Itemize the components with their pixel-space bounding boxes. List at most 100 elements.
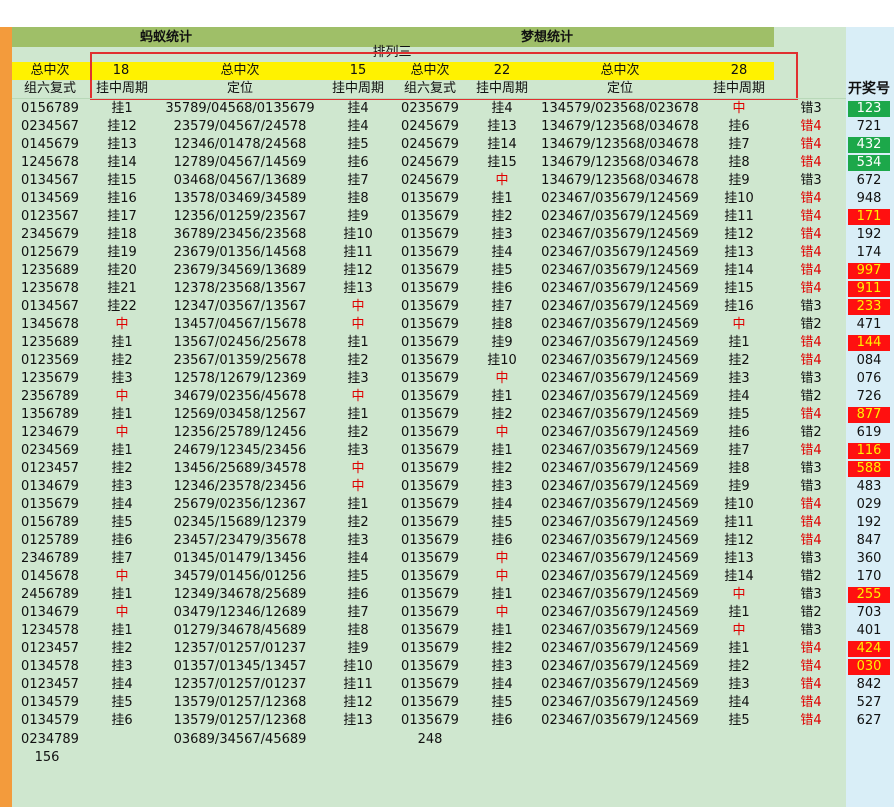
position-combo-a: 12347/03567/13567 xyxy=(173,299,307,314)
header-divider xyxy=(12,98,846,99)
position-combo-b: 134679/123568/034678 xyxy=(541,137,699,152)
hit-cycle-c: 中 xyxy=(495,371,509,386)
group6-combo-a: 1234679 xyxy=(21,425,79,440)
hit-cycle-b: 挂4 xyxy=(347,119,369,134)
hit-cycle-b: 挂1 xyxy=(347,335,369,350)
hit-cycle-a: 挂6 xyxy=(111,713,133,728)
prize-number: 997 xyxy=(848,263,890,279)
hit-cycle-c: 挂14 xyxy=(487,137,517,152)
prize-number: 116 xyxy=(848,443,890,459)
miss-count: 错4 xyxy=(800,695,822,710)
prize-number: 360 xyxy=(856,551,882,566)
highlight-frame xyxy=(90,52,798,100)
group6-combo-a: 0123457 xyxy=(21,677,79,692)
hit-cycle-d: 挂9 xyxy=(728,173,750,188)
position-combo-b: 023467/035679/124569 xyxy=(541,191,699,206)
hit-cycle-a: 挂16 xyxy=(107,191,137,206)
prize-number: 401 xyxy=(856,623,882,638)
hit-cycle-d: 挂16 xyxy=(724,299,754,314)
group6-combo-a: 0135679 xyxy=(21,497,79,512)
hit-cycle-d: 挂13 xyxy=(724,245,754,260)
hit-cycle-b: 挂1 xyxy=(347,497,369,512)
hit-cycle-d: 挂6 xyxy=(728,425,750,440)
hit-cycle-c: 挂1 xyxy=(491,191,513,206)
prize-number: 192 xyxy=(856,227,882,242)
tail-group6-b: 248 xyxy=(417,732,443,747)
hit-cycle-b: 中 xyxy=(351,479,365,494)
hit-cycle-a: 挂3 xyxy=(111,371,133,386)
hit-cycle-b: 挂11 xyxy=(343,245,373,260)
position-combo-b: 023467/035679/124569 xyxy=(541,353,699,368)
prize-number: 726 xyxy=(856,389,882,404)
h3-total-1: 总中次 xyxy=(30,63,70,78)
position-combo-b: 023467/035679/124569 xyxy=(541,587,699,602)
position-combo-a: 13579/01257/12368 xyxy=(173,713,307,728)
hit-cycle-b: 挂5 xyxy=(347,569,369,584)
prize-number: 030 xyxy=(848,659,890,675)
position-combo-b: 023467/035679/124569 xyxy=(541,227,699,242)
hit-cycle-a: 挂22 xyxy=(107,299,137,314)
group6-combo-a: 2346789 xyxy=(21,551,79,566)
hit-cycle-b: 挂6 xyxy=(347,587,369,602)
group6-combo-a: 1235678 xyxy=(21,281,79,296)
position-combo-a: 02345/15689/12379 xyxy=(173,515,307,530)
hit-cycle-b: 挂12 xyxy=(343,263,373,278)
position-combo-b: 023467/035679/124569 xyxy=(541,713,699,728)
hit-cycle-d: 挂8 xyxy=(728,155,750,170)
miss-count: 错4 xyxy=(800,677,822,692)
position-combo-a: 13567/02456/25678 xyxy=(173,335,307,350)
group6-combo-b: 0135679 xyxy=(401,371,459,386)
prize-number: 911 xyxy=(848,281,890,297)
hit-cycle-b: 挂3 xyxy=(347,371,369,386)
miss-count: 错4 xyxy=(800,641,822,656)
position-combo-b: 023467/035679/124569 xyxy=(541,605,699,620)
position-combo-b: 023467/035679/124569 xyxy=(541,497,699,512)
group6-combo-b: 0135679 xyxy=(401,713,459,728)
group6-combo-b: 0245679 xyxy=(401,137,459,152)
hit-cycle-a: 挂14 xyxy=(107,155,137,170)
hit-cycle-a: 挂1 xyxy=(111,407,133,422)
hit-cycle-d: 挂13 xyxy=(724,551,754,566)
miss-count: 错3 xyxy=(800,551,822,566)
miss-count: 错3 xyxy=(800,623,822,638)
position-combo-b: 023467/035679/124569 xyxy=(541,695,699,710)
prize-number: 084 xyxy=(856,353,882,368)
hit-cycle-a: 挂2 xyxy=(111,641,133,656)
hit-cycle-b: 挂7 xyxy=(347,605,369,620)
position-combo-b: 023467/035679/124569 xyxy=(541,479,699,494)
group6-combo-b: 0135679 xyxy=(401,551,459,566)
position-combo-b: 023467/035679/124569 xyxy=(541,209,699,224)
group-title-ants: 蚂蚁统计 xyxy=(139,30,192,45)
group6-combo-a: 0134679 xyxy=(21,605,79,620)
prize-number: 076 xyxy=(856,371,882,386)
group6-combo-a: 0123457 xyxy=(21,461,79,476)
position-combo-b: 023467/035679/124569 xyxy=(541,533,699,548)
hit-cycle-a: 挂4 xyxy=(111,497,133,512)
prize-number: 721 xyxy=(856,119,882,134)
tail-group6: 0234789 xyxy=(21,732,79,747)
miss-count: 错4 xyxy=(800,515,822,530)
hit-cycle-c: 挂6 xyxy=(491,533,513,548)
miss-count: 错2 xyxy=(800,425,822,440)
hit-cycle-c: 挂6 xyxy=(491,281,513,296)
hit-cycle-a: 挂3 xyxy=(111,659,133,674)
group6-combo-a: 1245678 xyxy=(21,155,79,170)
group6-combo-a: 0156789 xyxy=(21,515,79,530)
hit-cycle-b: 挂6 xyxy=(347,155,369,170)
miss-count: 错4 xyxy=(800,443,822,458)
position-combo-b: 023467/035679/124569 xyxy=(541,461,699,476)
group6-combo-b: 0135679 xyxy=(401,677,459,692)
hit-cycle-b: 挂10 xyxy=(343,227,373,242)
group6-combo-a: 0134579 xyxy=(21,713,79,728)
hit-cycle-c: 挂5 xyxy=(491,263,513,278)
position-combo-b: 023467/035679/124569 xyxy=(541,407,699,422)
hit-cycle-c: 挂4 xyxy=(491,677,513,692)
prize-number: 192 xyxy=(856,515,882,530)
hit-cycle-c: 挂2 xyxy=(491,407,513,422)
group6-combo-b: 0135679 xyxy=(401,425,459,440)
hit-cycle-d: 挂8 xyxy=(728,461,750,476)
hit-cycle-c: 中 xyxy=(495,569,509,584)
position-combo-a: 12578/12679/12369 xyxy=(173,371,307,386)
hit-cycle-d: 挂12 xyxy=(724,533,754,548)
hit-cycle-d: 挂1 xyxy=(728,335,750,350)
